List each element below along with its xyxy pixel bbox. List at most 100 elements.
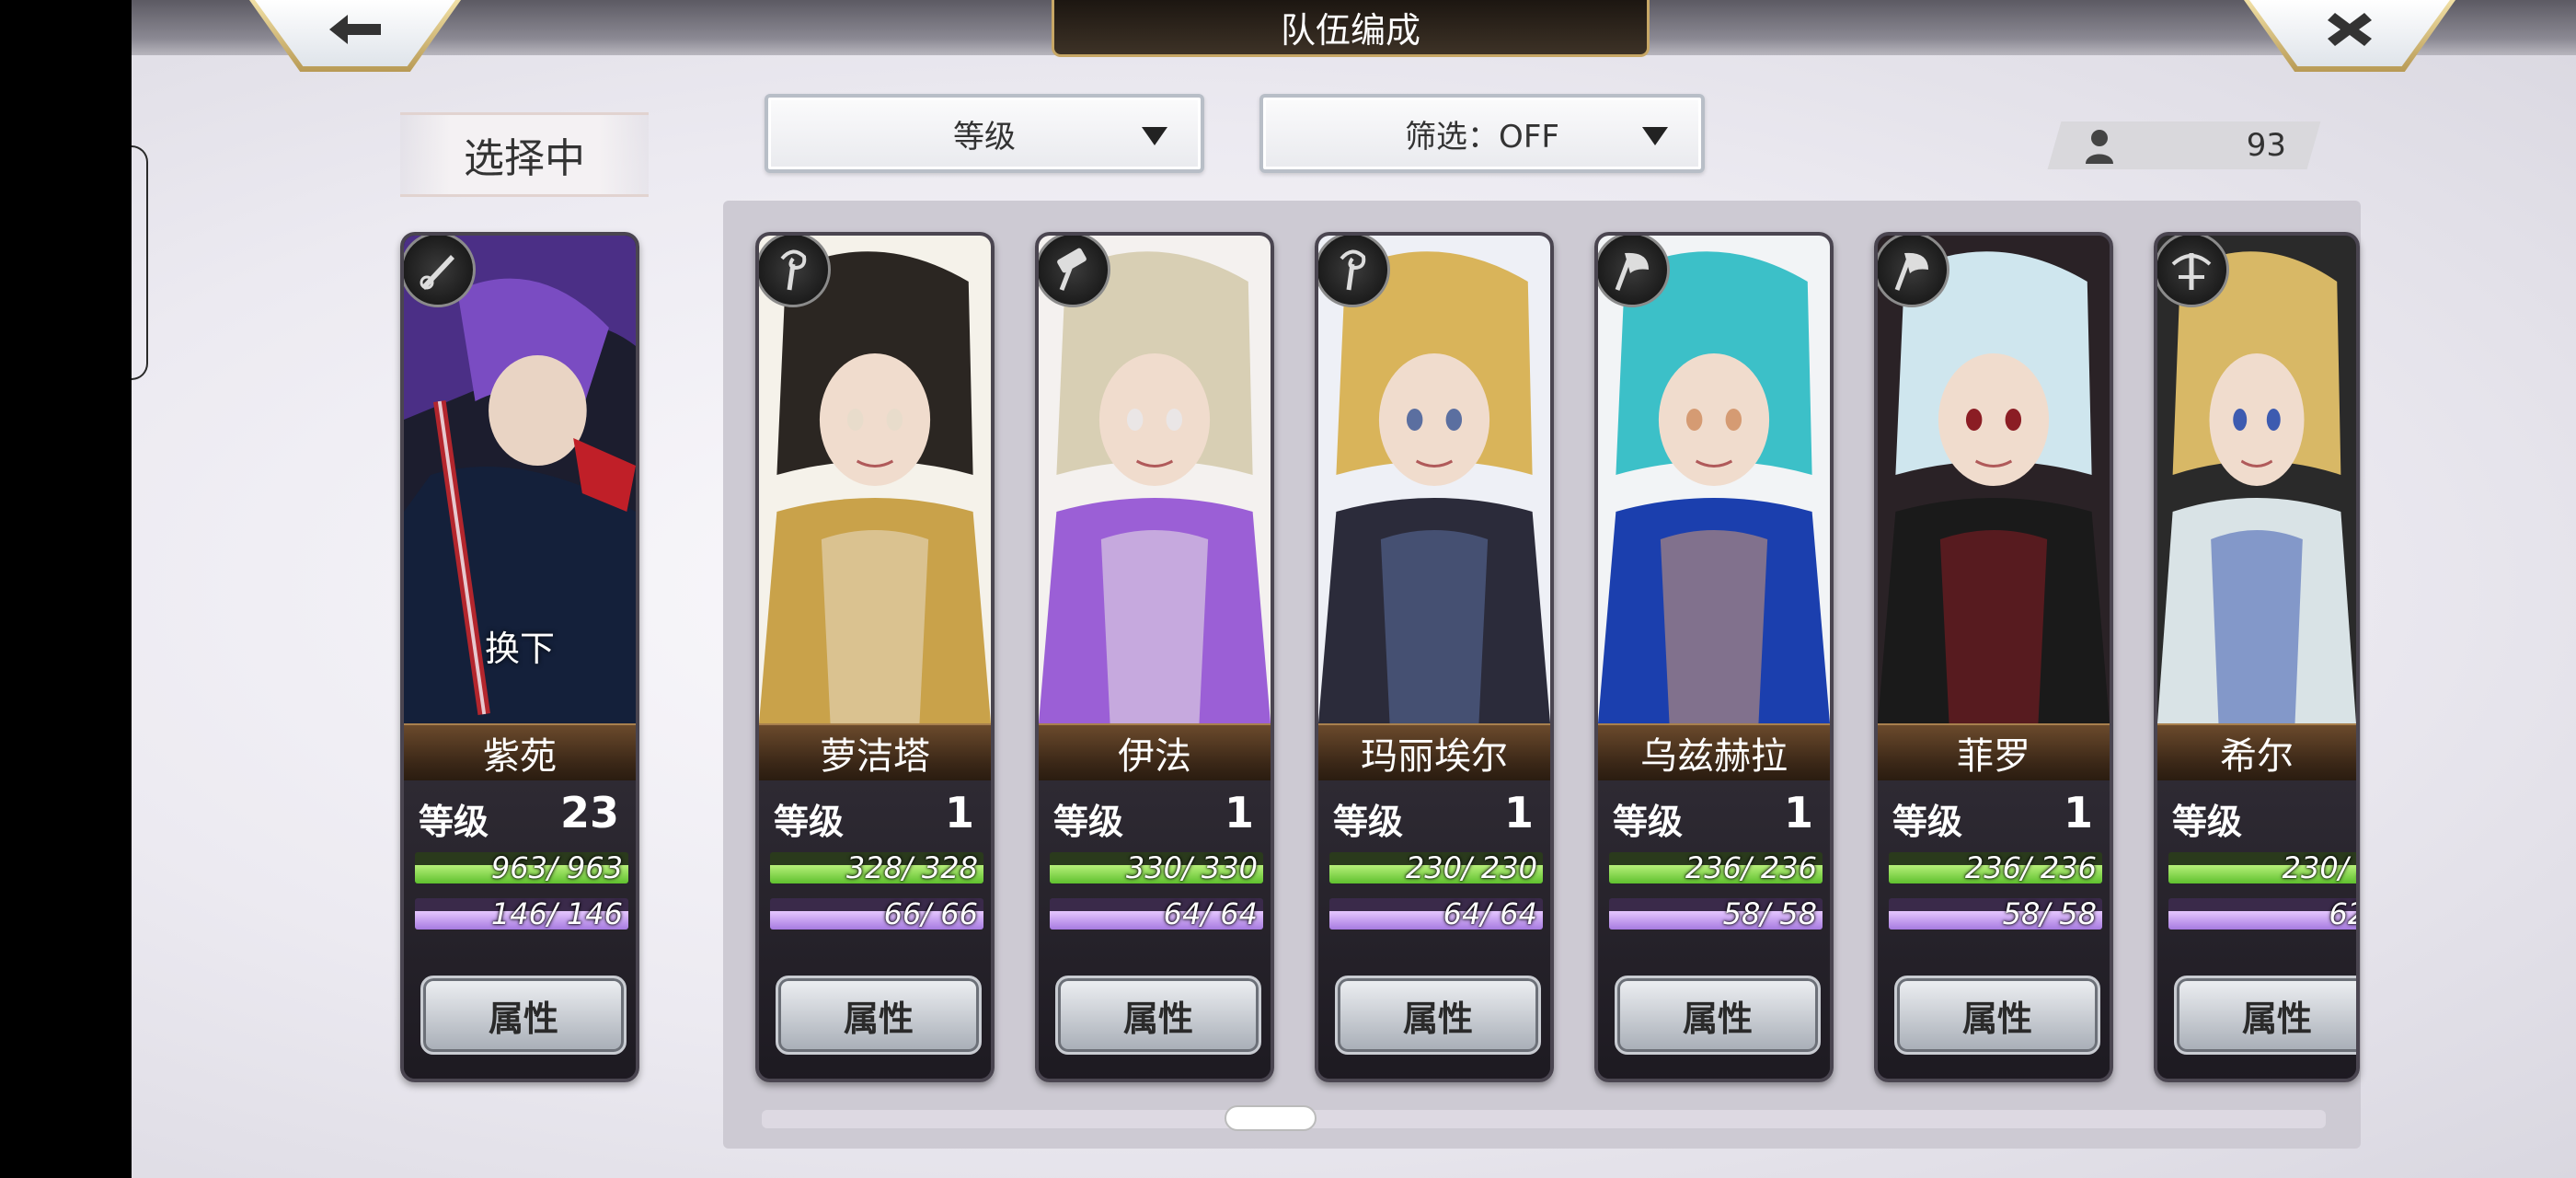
arrow-left-icon [329,15,381,44]
sp-bar: 64/ 64 [1050,898,1263,930]
level-label: 等级 [1333,802,1404,842]
attributes-button[interactable]: 属性 [776,976,982,1055]
back-button[interactable] [249,0,461,72]
level-label: 等级 [1053,802,1124,842]
scrollbar-thumb[interactable] [1225,1105,1317,1131]
hammer-icon [1039,236,1110,307]
sp-bar: 66/ 66 [770,898,983,930]
character-name: 紫苑 [404,723,636,780]
hp-text: 230/ 2 [2282,852,2356,884]
hp-text: 330/ 330 [1125,852,1258,884]
attributes-button[interactable]: 属性 [1055,976,1261,1055]
level-label: 等级 [774,802,845,842]
sort-dropdown[interactable]: 等级 [765,94,1204,173]
level-value: 1 [2063,788,2093,837]
selected-character-card[interactable]: 换下 紫苑 等级 23 963/ 963 146/ 146 属性 [400,232,639,1082]
sp-text: 66/ 66 [883,898,978,930]
character-name: 伊法 [1039,723,1271,780]
character-name: 乌兹赫拉 [1598,723,1830,780]
unit-count: 93 [2246,127,2286,164]
level-value: 1 [1224,788,1254,837]
character-card[interactable]: 菲罗 等级 1 236/ 236 58/ 58 属性 [1874,232,2113,1082]
hp-text: 236/ 236 [1685,852,1817,884]
staff-icon [759,236,831,307]
character-stats: 等级 1 230/ 230 64/ 64 属性 [1318,780,1550,1079]
character-portrait [1039,236,1271,723]
character-stats: 等级 1 328/ 328 66/ 66 属性 [759,780,991,1079]
screen-notch [132,145,148,380]
level-label: 等级 [1892,802,1963,842]
sp-bar: 62/ [2168,898,2356,930]
character-card[interactable]: 萝洁塔 等级 1 328/ 328 66/ 66 属性 [755,232,995,1082]
sp-text: 58/ 58 [2002,898,2097,930]
sort-dropdown-value: 等级 [953,118,1016,156]
character-card[interactable]: 希尔 等级 230/ 2 62/ 属性 [2154,232,2360,1082]
sp-text: 58/ 58 [1722,898,1817,930]
selected-label: 选择中 [400,112,649,197]
character-portrait [2157,236,2356,723]
character-name: 萝洁塔 [759,723,991,780]
character-card[interactable]: 伊法 等级 1 330/ 330 64/ 64 属性 [1035,232,1274,1082]
attributes-button[interactable]: 属性 [1615,976,1821,1055]
hp-text: 963/ 963 [490,852,623,884]
hp-bar: 236/ 236 [1889,852,2102,884]
level-value: 23 [559,788,619,837]
attributes-button[interactable]: 属性 [1894,976,2100,1055]
attributes-button[interactable]: 属性 [2174,976,2356,1055]
swap-out-label[interactable]: 换下 [404,620,636,671]
character-stats: 等级 23 963/ 963 146/ 146 属性 [404,780,636,1079]
hp-text: 236/ 236 [1964,852,2097,884]
close-x-icon [2328,13,2372,46]
hp-bar: 963/ 963 [415,852,628,884]
portrait-art [1598,236,1830,723]
character-card[interactable]: 玛丽埃尔 等级 1 230/ 230 64/ 64 属性 [1315,232,1554,1082]
level-label: 等级 [419,802,489,842]
filter-dropdown-value: 筛选：OFF [1405,118,1559,156]
sp-text: 64/ 64 [1443,898,1537,930]
close-button[interactable] [2244,0,2455,72]
sp-bar: 58/ 58 [1889,898,2102,930]
level-label: 等级 [1613,802,1684,842]
person-icon [2086,130,2113,164]
game-screen: 队伍编成 选择中 等级 筛选：OFF 93 换下 紫苑 等级 23 963/ 9… [132,0,2576,1178]
sp-text: 64/ 64 [1163,898,1258,930]
character-portrait: 换下 [404,236,636,723]
level-value: 1 [1783,788,1813,837]
page-title: 队伍编成 [1052,0,1650,57]
character-portrait [1598,236,1830,723]
level-value: 1 [944,788,974,837]
character-name: 希尔 [2157,723,2356,780]
portrait-art [2157,236,2356,723]
hp-bar: 328/ 328 [770,852,983,884]
crossbow-icon [2157,236,2229,307]
unit-count-box: 93 [2047,121,2321,169]
attributes-button[interactable]: 属性 [420,976,627,1055]
character-stats: 等级 230/ 2 62/ 属性 [2157,780,2356,1079]
chevron-down-icon [1142,127,1167,145]
portrait-art [759,236,991,723]
attributes-button[interactable]: 属性 [1335,976,1541,1055]
hp-bar: 230/ 2 [2168,852,2356,884]
axe-icon [1878,236,1949,307]
portrait-art [1039,236,1271,723]
sp-bar: 146/ 146 [415,898,628,930]
character-portrait [1878,236,2110,723]
character-stats: 等级 1 236/ 236 58/ 58 属性 [1878,780,2110,1079]
horizontal-scrollbar[interactable] [762,1110,2326,1128]
hp-bar: 330/ 330 [1050,852,1263,884]
character-name: 菲罗 [1878,723,2110,780]
level-label: 等级 [2172,802,2243,842]
sp-text: 146/ 146 [490,898,623,930]
character-stats: 等级 1 236/ 236 58/ 58 属性 [1598,780,1830,1079]
staff-icon [1318,236,1390,307]
character-name: 玛丽埃尔 [1318,723,1550,780]
hp-bar: 230/ 230 [1329,852,1543,884]
axe-icon [1598,236,1670,307]
sp-bar: 64/ 64 [1329,898,1543,930]
portrait-art [1878,236,2110,723]
filter-dropdown[interactable]: 筛选：OFF [1259,94,1705,173]
character-card[interactable]: 乌兹赫拉 等级 1 236/ 236 58/ 58 属性 [1594,232,1834,1082]
page-title-text: 队伍编成 [1280,10,1420,51]
katana-icon [404,236,476,307]
hp-text: 230/ 230 [1405,852,1537,884]
